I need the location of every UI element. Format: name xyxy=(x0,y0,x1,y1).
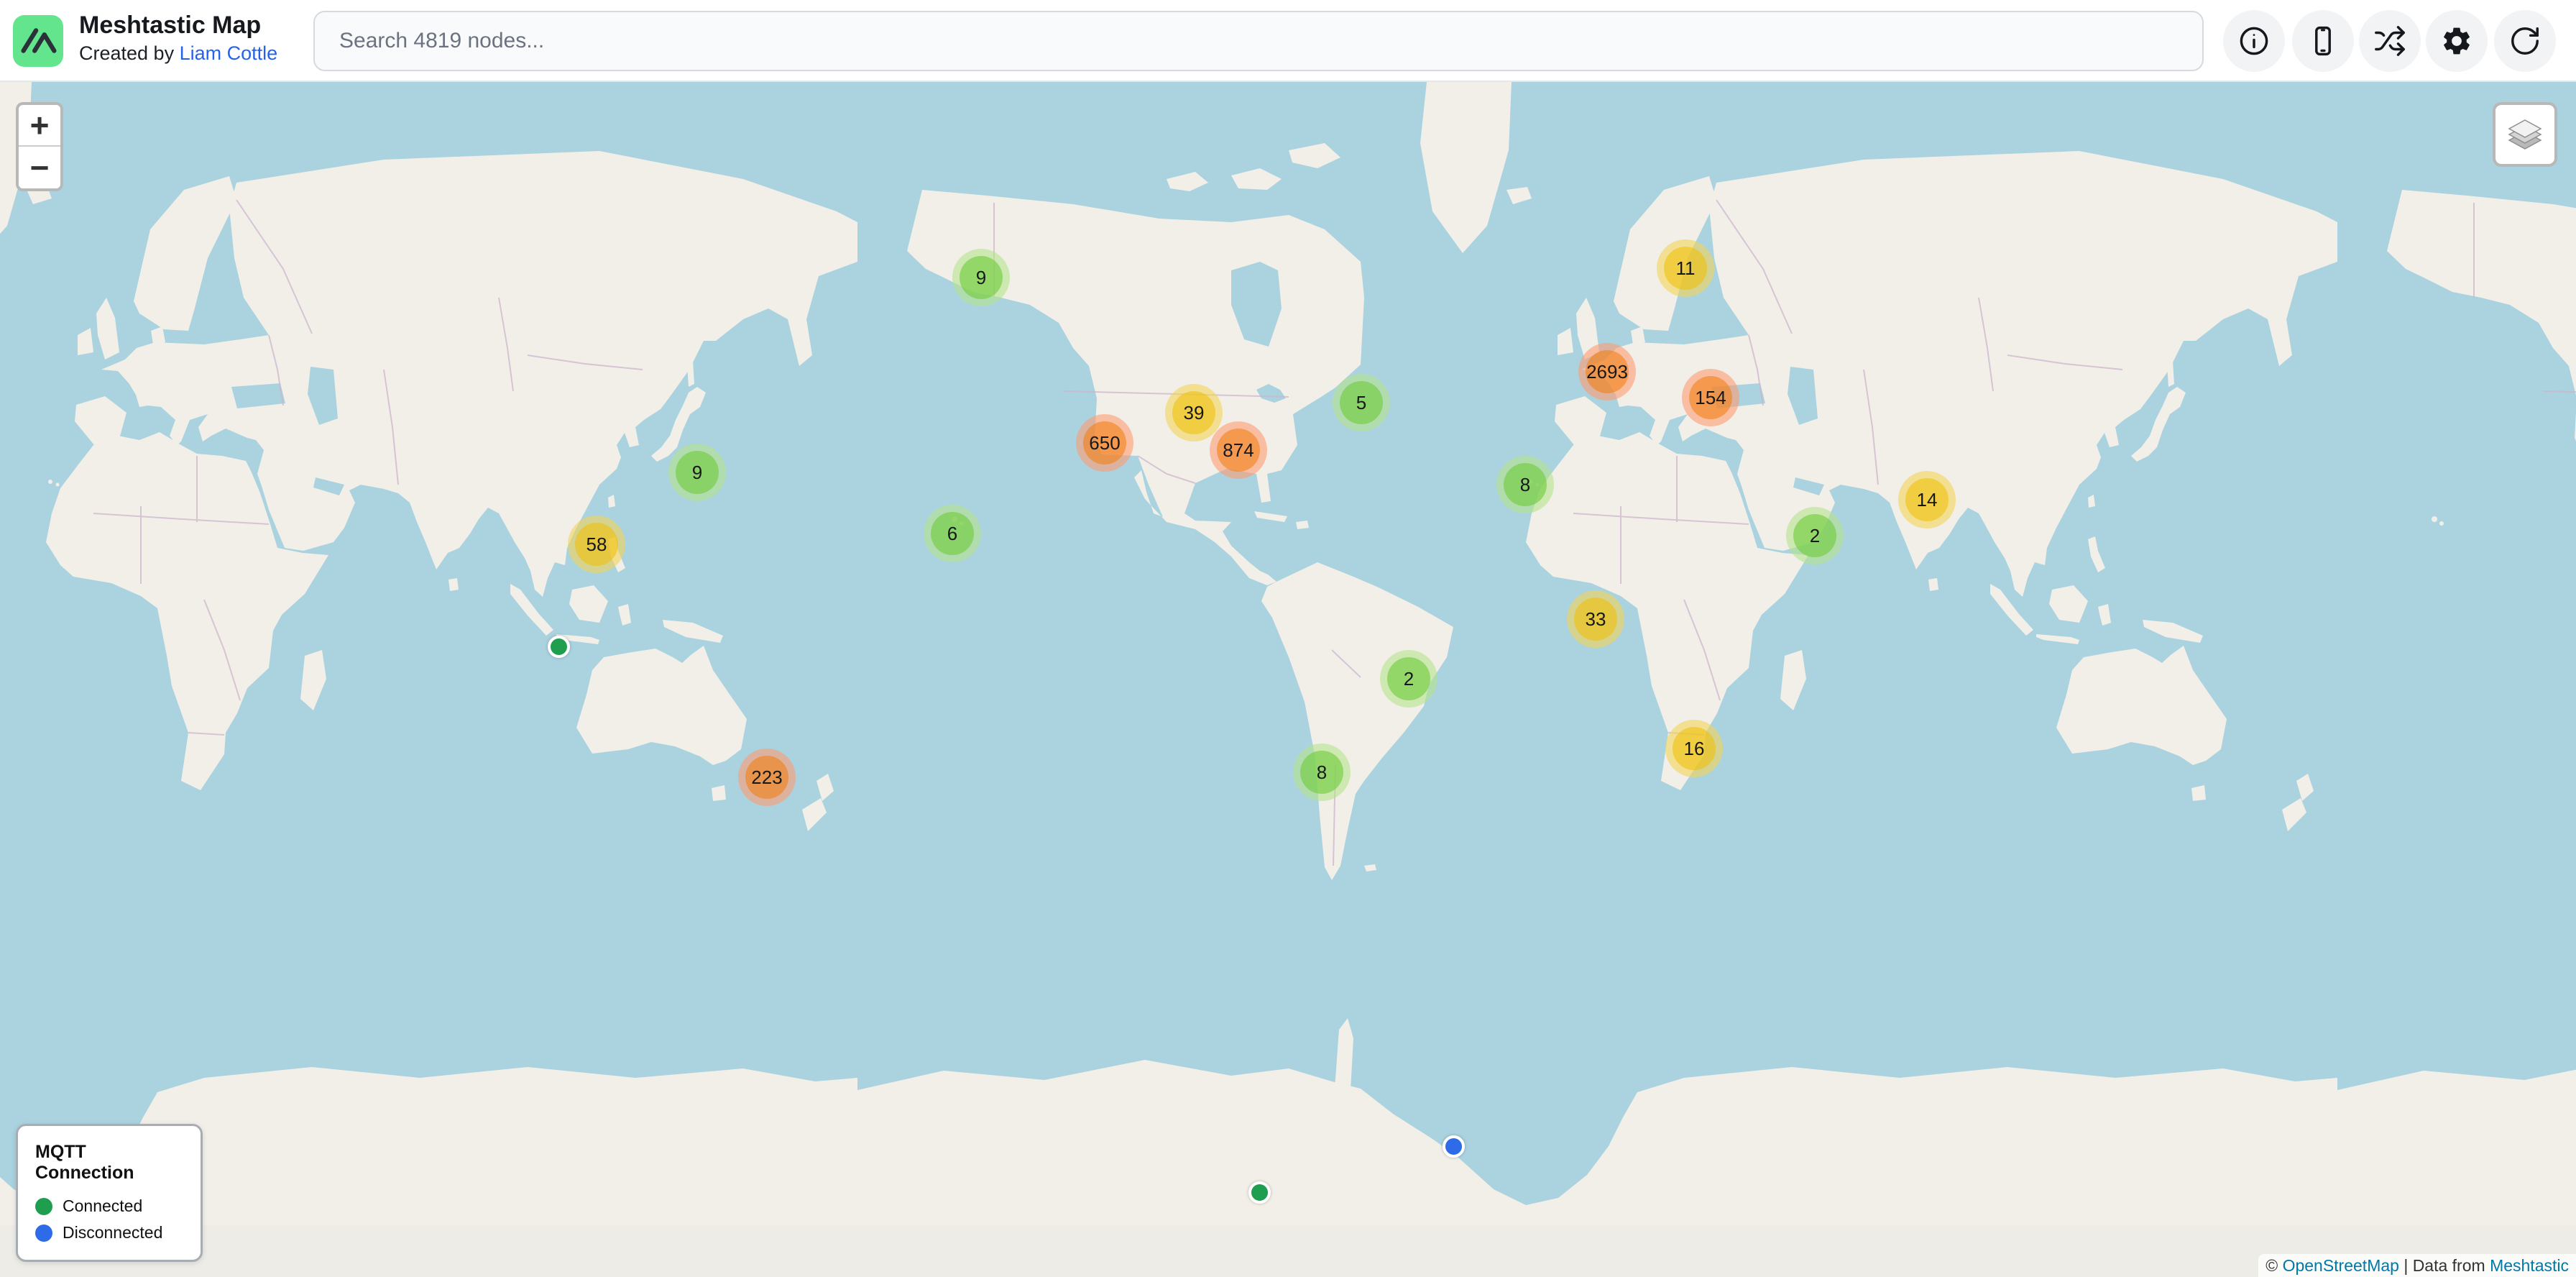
cluster-count: 2 xyxy=(1387,657,1430,700)
refresh-icon xyxy=(2508,24,2542,58)
cluster-marker[interactable]: 8 xyxy=(1496,456,1554,513)
cluster-count: 154 xyxy=(1689,376,1732,419)
cluster-marker[interactable]: 16 xyxy=(1665,720,1723,777)
random-node-button[interactable] xyxy=(2359,10,2421,72)
mqtt-legend-title: MQTT Connection xyxy=(35,1142,183,1184)
zoom-out-button[interactable]: − xyxy=(19,147,60,188)
cluster-marker[interactable]: 2693 xyxy=(1578,343,1636,401)
byline: Created by Liam Cottle xyxy=(79,40,277,66)
cluster-marker[interactable]: 33 xyxy=(1567,590,1624,648)
zoom-in-button[interactable]: + xyxy=(19,105,60,147)
cluster-marker[interactable]: 11 xyxy=(1657,239,1714,297)
cluster-marker[interactable]: 874 xyxy=(1210,421,1267,479)
node-marker-disconnected[interactable] xyxy=(1443,1135,1465,1158)
legend-label: Connected xyxy=(63,1196,142,1216)
cluster-count: 650 xyxy=(1083,421,1126,464)
cluster-marker[interactable]: 2 xyxy=(1786,507,1844,564)
mqtt-legend: MQTT Connection Connected Disconnected xyxy=(16,1124,203,1262)
legend-dot xyxy=(35,1198,52,1215)
cluster-marker[interactable]: 650 xyxy=(1076,414,1133,472)
cluster-count: 874 xyxy=(1217,429,1260,472)
cluster-count: 9 xyxy=(960,256,1003,299)
byline-prefix: Created by xyxy=(79,42,180,64)
cluster-marker[interactable]: 39 xyxy=(1165,384,1223,441)
node-marker-connected[interactable] xyxy=(1248,1181,1271,1204)
refresh-button[interactable] xyxy=(2494,10,2556,72)
cluster-count: 5 xyxy=(1340,381,1383,424)
cluster-count: 2 xyxy=(1793,514,1836,557)
cluster-count: 2693 xyxy=(1586,350,1629,393)
cluster-marker[interactable]: 9 xyxy=(952,249,1010,306)
zoom-control: + − xyxy=(16,102,63,191)
cluster-marker[interactable]: 154 xyxy=(1682,369,1739,426)
cluster-count: 14 xyxy=(1905,478,1949,521)
cluster-count: 16 xyxy=(1673,727,1716,770)
app-header: Meshtastic Map Created by Liam Cottle xyxy=(0,0,2576,82)
cluster-count: 58 xyxy=(575,523,618,566)
cluster-count: 33 xyxy=(1574,598,1617,641)
cluster-marker[interactable]: 6 xyxy=(924,505,981,562)
cluster-marker[interactable]: 9 xyxy=(668,444,726,501)
layers-button[interactable] xyxy=(2493,102,2557,167)
smartphone-icon xyxy=(2306,24,2340,58)
search-input[interactable] xyxy=(313,11,2204,71)
attribution-copyright: © xyxy=(2266,1256,2282,1276)
map-attribution: © OpenStreetMap | Data from Meshtastic xyxy=(2258,1254,2576,1277)
mobile-app-button[interactable] xyxy=(2292,10,2354,72)
cluster-marker[interactable]: 8 xyxy=(1293,743,1351,801)
cluster-marker[interactable]: 5 xyxy=(1333,374,1390,431)
meshtastic-link[interactable]: Meshtastic xyxy=(2490,1256,2569,1276)
cluster-count: 6 xyxy=(931,512,974,555)
gear-icon xyxy=(2440,24,2473,58)
settings-button[interactable] xyxy=(2426,10,2488,72)
cluster-count: 8 xyxy=(1504,463,1547,506)
cluster-marker[interactable]: 2 xyxy=(1380,650,1438,708)
osm-link[interactable]: OpenStreetMap xyxy=(2283,1256,2399,1276)
shuffle-icon xyxy=(2373,24,2406,58)
page-title: Meshtastic Map xyxy=(79,10,277,40)
cluster-count: 9 xyxy=(676,451,719,494)
legend-label: Disconnected xyxy=(63,1223,162,1242)
cluster-count: 223 xyxy=(745,756,788,799)
legend-dot xyxy=(35,1225,52,1242)
map-canvas[interactable]: 9 11 2693 154 39 5 650 874 8 14 9 2 6 58 33 2 16 8 223 + −… xyxy=(0,82,2576,1277)
legend-item: Connected xyxy=(35,1196,183,1216)
attribution-middle: | Data from xyxy=(2399,1256,2490,1276)
meshtastic-logo-icon xyxy=(13,15,63,67)
node-marker-connected[interactable] xyxy=(548,636,570,658)
legend-item: Disconnected xyxy=(35,1223,183,1242)
cluster-marker[interactable]: 14 xyxy=(1898,471,1956,528)
cluster-count: 8 xyxy=(1300,751,1343,794)
author-link[interactable]: Liam Cottle xyxy=(180,42,278,64)
cluster-marker[interactable]: 223 xyxy=(738,749,796,806)
map-tiles xyxy=(0,82,2576,1277)
cluster-marker[interactable]: 58 xyxy=(568,516,625,573)
info-icon xyxy=(2237,24,2271,58)
cluster-count: 39 xyxy=(1172,391,1215,434)
layers-icon xyxy=(2505,114,2545,155)
info-button[interactable] xyxy=(2223,10,2285,72)
cluster-count: 11 xyxy=(1664,247,1707,290)
